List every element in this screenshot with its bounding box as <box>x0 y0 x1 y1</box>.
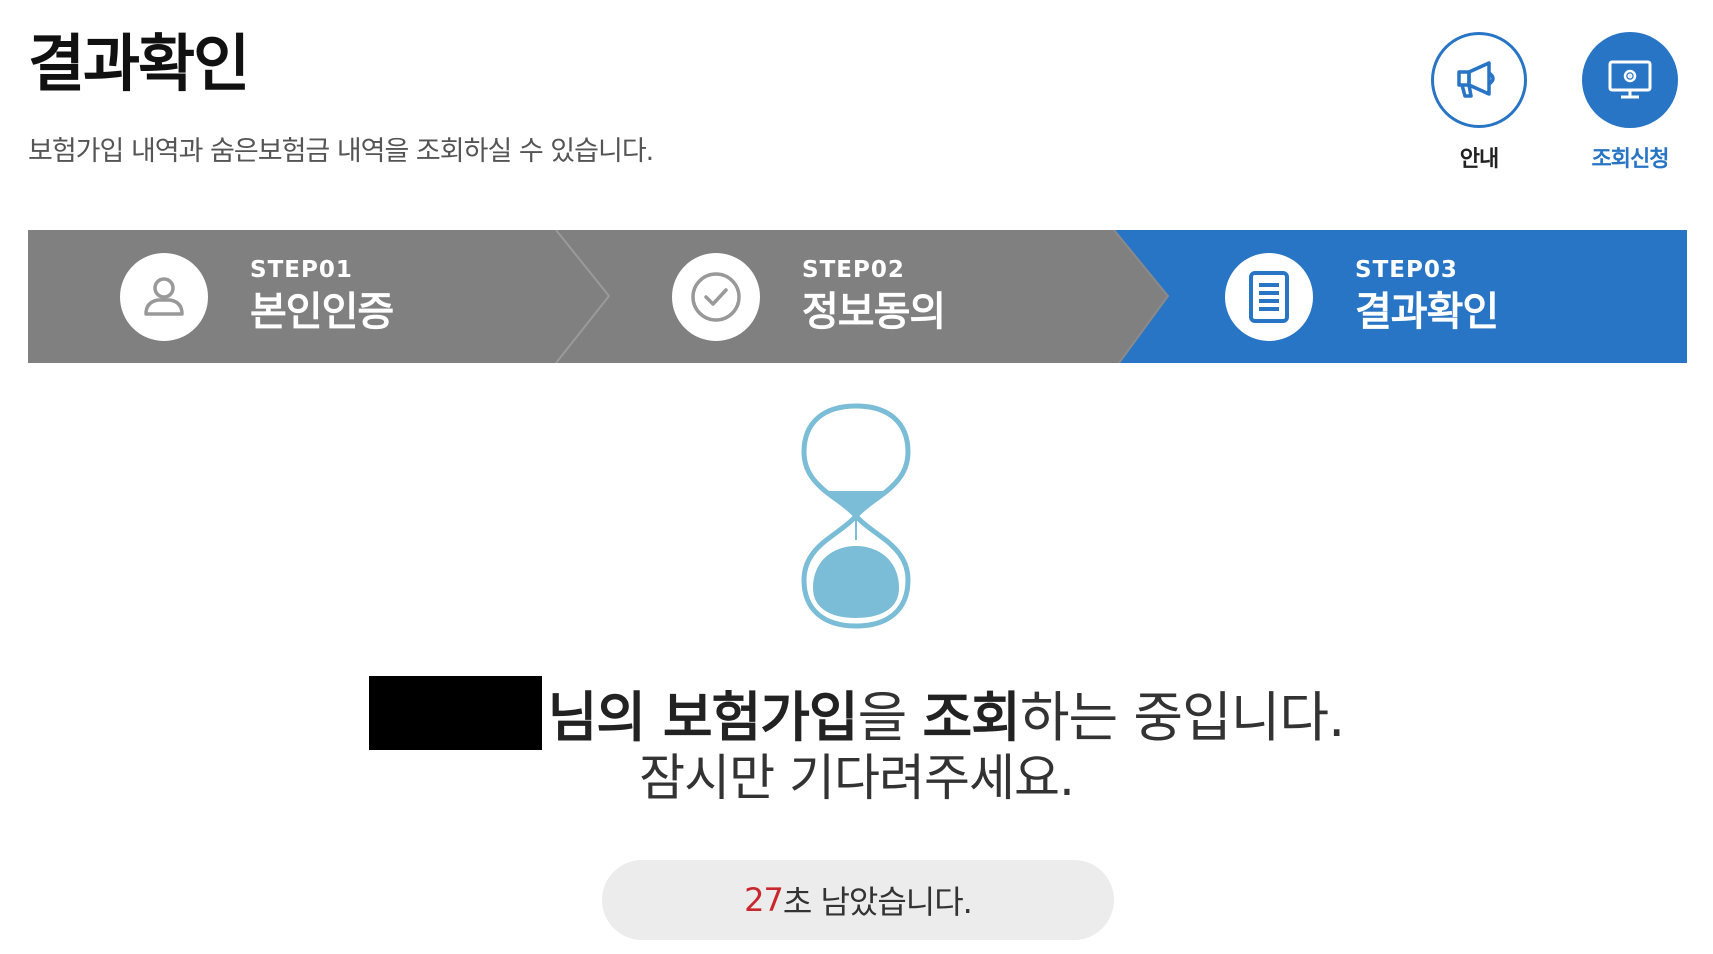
step-1-icon-circle <box>120 252 208 341</box>
document-icon <box>1249 270 1289 323</box>
megaphone-icon <box>1457 61 1495 98</box>
request-button-circle[interactable] <box>1582 32 1678 128</box>
step-2-icon-circle <box>672 252 760 341</box>
step-2-name: 정보동의 <box>802 288 946 335</box>
countdown-timer: 27 초 남았습니다. <box>602 860 1114 940</box>
person-icon <box>144 276 184 316</box>
countdown-seconds: 27 <box>744 881 784 919</box>
step-progress-bar: STEP01 본인인증 STEP02 정보동의 STEP03 결과확인 <box>28 230 1687 363</box>
monitor-gear-icon <box>1608 60 1652 99</box>
step-3-icon-circle <box>1225 252 1313 341</box>
hourglass-icon <box>801 403 911 629</box>
step-2-number: STEP02 <box>802 256 905 283</box>
countdown-suffix: 초 남았습니다. <box>782 883 973 921</box>
step-3-number: STEP03 <box>1355 256 1458 283</box>
step-3-name: 결과확인 <box>1355 288 1499 335</box>
guide-button-label: 안내 <box>1459 147 1499 172</box>
page-subtitle: 보험가입 내역과 숨은보험금 내역을 조회하실 수 있습니다. <box>28 136 654 167</box>
step-1: STEP01 본인인증 <box>120 230 394 363</box>
check-circle-icon <box>691 271 741 322</box>
guide-button[interactable]: 안내 <box>1429 32 1529 173</box>
step-3: STEP03 결과확인 <box>1225 230 1499 363</box>
step-2: STEP02 정보동의 <box>672 230 946 363</box>
request-button[interactable]: 조회신청 <box>1580 32 1680 173</box>
status-bold-inquiry: 조회 <box>922 686 1020 749</box>
name-suffix: 님의 <box>547 686 663 749</box>
status-text-3: 하는 중입니다. <box>1019 686 1345 749</box>
step-1-name: 본인인증 <box>250 288 394 335</box>
status-bold-insurance: 보험가입 <box>662 686 859 749</box>
status-message-line1: 님의 보험가입을 조회하는 중입니다. <box>0 676 1713 751</box>
status-text-2: 을 <box>857 686 923 749</box>
step-1-number: STEP01 <box>250 256 353 283</box>
guide-button-circle[interactable] <box>1431 32 1527 128</box>
redacted-user-name <box>368 676 542 750</box>
page-title: 결과확인 <box>28 27 250 100</box>
status-message-line2: 잠시만 기다려주세요. <box>639 749 1075 807</box>
request-button-label: 조회신청 <box>1591 147 1670 172</box>
